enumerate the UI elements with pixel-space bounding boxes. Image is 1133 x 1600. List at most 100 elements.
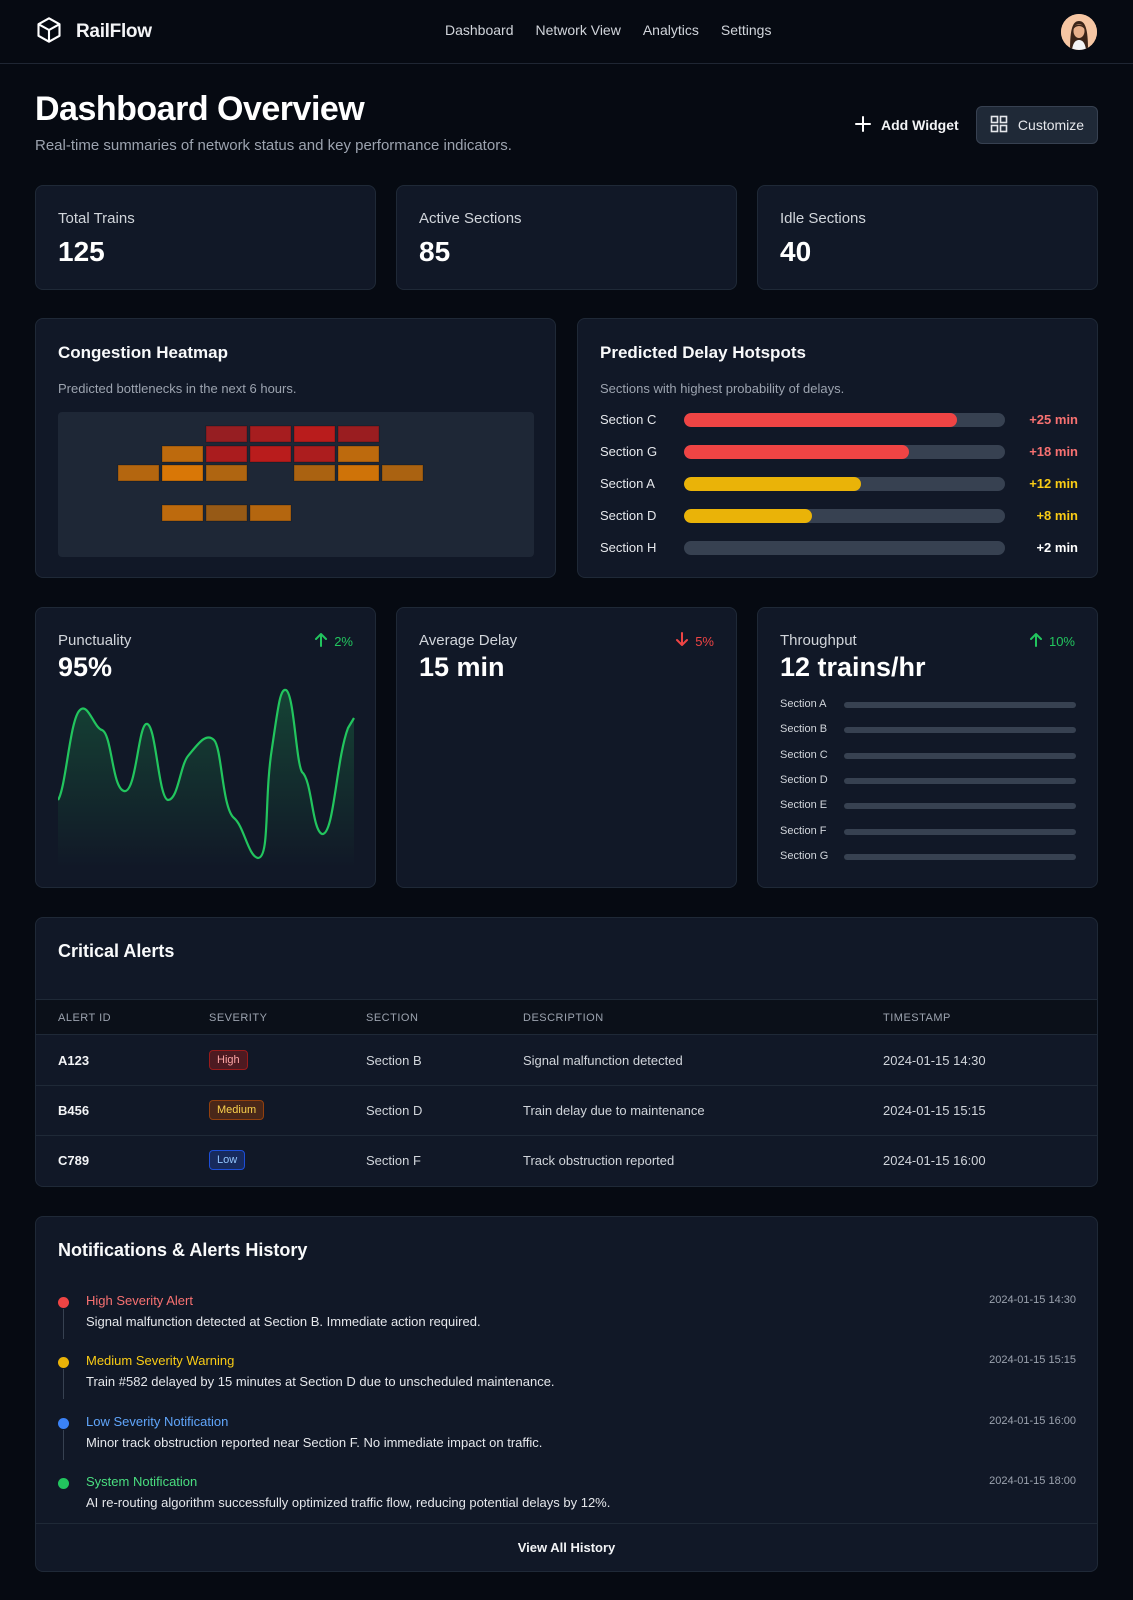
stat-value: 85 [419, 236, 451, 267]
card-title: Congestion Heatmap [58, 343, 229, 362]
throughput-section-label: Section B [780, 723, 828, 736]
heatmap-cell[interactable] [205, 425, 248, 443]
hotspot-value: +2 min [1036, 540, 1078, 555]
throughput-bar [844, 828, 1076, 835]
throughput-bar [844, 853, 1076, 860]
avatar[interactable] [1061, 14, 1097, 50]
view-all-history-button[interactable]: View All History [36, 1523, 1097, 1571]
nav-network-view[interactable]: Network View [536, 22, 621, 38]
heatmap-cell[interactable] [205, 445, 248, 463]
arrow-up-icon [314, 632, 328, 650]
table-row[interactable]: B456 Section D Train delay due to maintena… [36, 1086, 1097, 1136]
hotspot-bar-fill [684, 509, 813, 523]
alert-id: C789 [58, 1153, 90, 1168]
hotspot-label: Section G [600, 444, 658, 459]
hotspot-row[interactable]: Section D +8 min [600, 506, 1078, 526]
add-widget-button[interactable]: Add Widget [855, 107, 959, 143]
alert-id: A123 [58, 1053, 90, 1068]
status-dot [58, 1357, 69, 1369]
throughput-section-label: Section C [780, 748, 828, 761]
column-header: SECTION [366, 1012, 419, 1024]
hotspot-bar-track [684, 413, 1005, 427]
heatmap-cell[interactable] [161, 464, 204, 482]
table-row[interactable]: C789 Section F Track obstruction reported 2… [36, 1136, 1097, 1186]
throughput-row: Section A [780, 698, 1076, 712]
history-item[interactable]: Low Severity Notification Minor track obs… [58, 1412, 1076, 1462]
heatmap-cell[interactable] [117, 464, 160, 482]
heatmap-cell[interactable] [293, 445, 336, 463]
heatmap-cell[interactable] [249, 504, 292, 522]
heatmap-cell[interactable] [249, 445, 292, 463]
hotspot-bar-track [684, 509, 1005, 523]
heatmap-cell[interactable] [337, 425, 380, 443]
stat-card-total-trains: Total Trains 125 [35, 185, 376, 290]
history-description: Train #582 delayed by 15 minutes at Sect… [86, 1374, 555, 1390]
heatmap-cell[interactable] [161, 504, 204, 522]
kpi-label: Average Delay [419, 632, 518, 649]
history-item[interactable]: Medium Severity Warning Train #582 delaye… [58, 1351, 1076, 1401]
stat-card-idle-sections: Idle Sections 40 [757, 185, 1098, 290]
hotspot-value: +18 min [1029, 444, 1078, 459]
brand[interactable]: RailFlow [35, 16, 152, 47]
hotspot-row[interactable]: Section G +18 min [600, 442, 1078, 462]
kpi-change: 5% [675, 632, 714, 650]
hotspot-row[interactable]: Section H +2 min [600, 538, 1078, 558]
hotspot-bar-fill [684, 477, 861, 491]
kpi-value: 95% [58, 652, 113, 682]
throughput-section-label: Section D [780, 773, 828, 786]
kpi-change: 2% [314, 632, 353, 650]
history-description: AI re-routing algorithm successfully opt… [86, 1494, 611, 1510]
throughput-section-label: Section A [780, 698, 827, 710]
heatmap-cell[interactable] [293, 425, 336, 443]
heatmap-cell[interactable] [293, 464, 336, 482]
hotspot-label: Section D [600, 508, 657, 523]
history-timestamp: 2024-01-15 15:15 [989, 1354, 1076, 1367]
heatmap-cell[interactable] [337, 464, 380, 482]
card-title: Notifications & Alerts History [58, 1240, 308, 1260]
throughput-row: Section C [780, 749, 1076, 763]
card-title: Predicted Delay Hotspots [600, 343, 806, 362]
hotspot-row[interactable]: Section C +25 min [600, 410, 1078, 430]
stat-label: Active Sections [419, 210, 522, 227]
kpi-change-value: 10% [1048, 633, 1075, 649]
heatmap-cell[interactable] [205, 464, 248, 482]
kpi-label: Punctuality [58, 632, 132, 649]
customize-button[interactable]: Customize [976, 106, 1098, 144]
table-row[interactable]: A123 Section B Signal malfunction detected… [36, 1036, 1097, 1086]
throughput-row: Section F [780, 825, 1076, 839]
kpi-label: Throughput [780, 632, 857, 649]
throughput-section-label: Section G [780, 849, 829, 862]
kpi-value: 12 trains/hr [780, 652, 926, 682]
timeline-line [63, 1429, 64, 1460]
heatmap-cell[interactable] [337, 445, 380, 463]
congestion-heatmap-card: Congestion Heatmap Predicted bottlenecks… [35, 318, 556, 578]
history-title: High Severity Alert [86, 1293, 193, 1308]
throughput-bar [844, 803, 1076, 810]
nav-analytics[interactable]: Analytics [643, 22, 699, 38]
timeline-line [63, 1369, 64, 1400]
card-subtitle: Predicted bottlenecks in the next 6 hour… [58, 381, 297, 396]
history-item[interactable]: High Severity Alert Signal malfunction de… [58, 1291, 1076, 1341]
page-title: Dashboard Overview [35, 90, 365, 128]
history-item[interactable]: System Notification AI re-routing algorit… [58, 1472, 1076, 1522]
heatmap-cell[interactable] [381, 464, 424, 482]
history-title: Low Severity Notification [86, 1413, 229, 1429]
kpi-change-value: 5% [695, 633, 714, 649]
stat-value: 125 [58, 236, 105, 267]
history-description: Signal malfunction detected at Section B… [86, 1314, 481, 1329]
top-bar: RailFlow Dashboard Network View Analytic… [0, 0, 1133, 64]
status-dot [58, 1297, 69, 1308]
alert-description: Train delay due to maintenance [523, 1103, 705, 1118]
page-subtitle: Real-time summaries of network status an… [35, 137, 512, 154]
hotspot-row[interactable]: Section A +12 min [600, 474, 1078, 494]
stat-value: 40 [780, 236, 812, 267]
hotspot-value: +25 min [1029, 412, 1078, 427]
nav-dashboard[interactable]: Dashboard [445, 22, 514, 38]
nav-settings[interactable]: Settings [721, 22, 772, 38]
hotspot-label: Section H [600, 540, 657, 555]
hotspot-bar-fill [684, 445, 909, 459]
heatmap-cell[interactable] [205, 504, 248, 522]
heatmap-cell[interactable] [161, 445, 204, 463]
delay-hotspots-card: Predicted Delay Hotspots Sections with h… [577, 318, 1098, 578]
heatmap-cell[interactable] [249, 425, 292, 443]
